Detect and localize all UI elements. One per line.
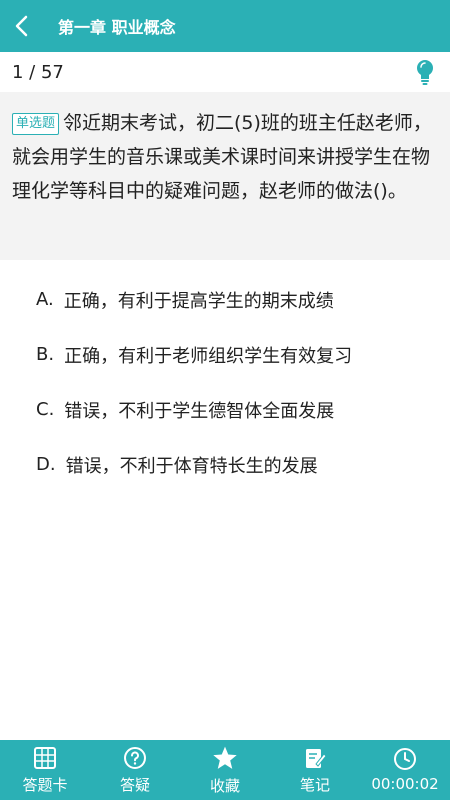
option-b[interactable]: B. 正确，有利于老师组织学生有效复习	[0, 327, 450, 382]
favorite-label: 收藏	[209, 776, 240, 795]
clock-icon	[394, 748, 416, 770]
option-text: 错误，不利于学生德智体全面发展	[64, 400, 335, 422]
question-circle-icon	[124, 746, 146, 769]
answer-card-label: 答题卡	[22, 775, 68, 794]
favorite-button[interactable]: 收藏	[185, 740, 265, 800]
question-panel: 单选题 邻近期末考试，初二(5)班的班主任赵老师，就会用学生的音乐课或美术课时间来…	[0, 92, 450, 260]
notes-button[interactable]: 笔记	[275, 740, 355, 800]
option-letter: C.	[36, 399, 55, 420]
chevron-left-icon	[15, 15, 28, 37]
timer-button[interactable]: 00:00:02	[365, 740, 445, 800]
question-text: 邻近期末考试，初二(5)班的班主任赵老师，就会用学生的音乐课或美术课时间来讲授学…	[12, 112, 432, 202]
option-text: 错误，不利于体育特长生的发展	[65, 455, 318, 477]
timer-label: 00:00:02	[371, 775, 439, 793]
option-letter: D.	[36, 454, 56, 475]
question-help-label: 答疑	[119, 775, 150, 794]
option-letter: B.	[36, 344, 55, 365]
option-d[interactable]: D. 错误，不利于体育特长生的发展	[0, 437, 450, 492]
question-progress: 1 / 57	[12, 61, 64, 83]
hint-button[interactable]	[412, 57, 438, 87]
bottom-toolbar: 答题卡 答疑 收藏 笔记 00:00:02	[0, 740, 450, 800]
options-list: A. 正确，有利于提高学生的期末成绩 B. 正确，有利于老师组织学生有效复习 C…	[0, 272, 450, 492]
option-a[interactable]: A. 正确，有利于提高学生的期末成绩	[0, 272, 450, 327]
grid-icon	[34, 746, 56, 769]
answer-card-button[interactable]: 答题卡	[5, 740, 85, 800]
question-type-badge: 单选题	[12, 113, 60, 135]
lightbulb-icon	[417, 60, 433, 85]
note-edit-icon	[306, 748, 327, 768]
star-icon	[213, 746, 237, 769]
top-bar: 第一章 职业概念	[0, 0, 450, 52]
option-c[interactable]: C. 错误，不利于学生德智体全面发展	[0, 382, 450, 437]
option-letter: A.	[36, 289, 54, 310]
option-text: 正确，有利于老师组织学生有效复习	[64, 345, 353, 367]
notes-label: 笔记	[299, 775, 330, 794]
page-title: 第一章 职业概念	[58, 18, 176, 37]
option-text: 正确，有利于提高学生的期末成绩	[63, 290, 334, 312]
back-button[interactable]	[0, 0, 44, 52]
question-help-button[interactable]: 答疑	[95, 740, 175, 800]
progress-row: 1 / 57	[0, 52, 450, 92]
